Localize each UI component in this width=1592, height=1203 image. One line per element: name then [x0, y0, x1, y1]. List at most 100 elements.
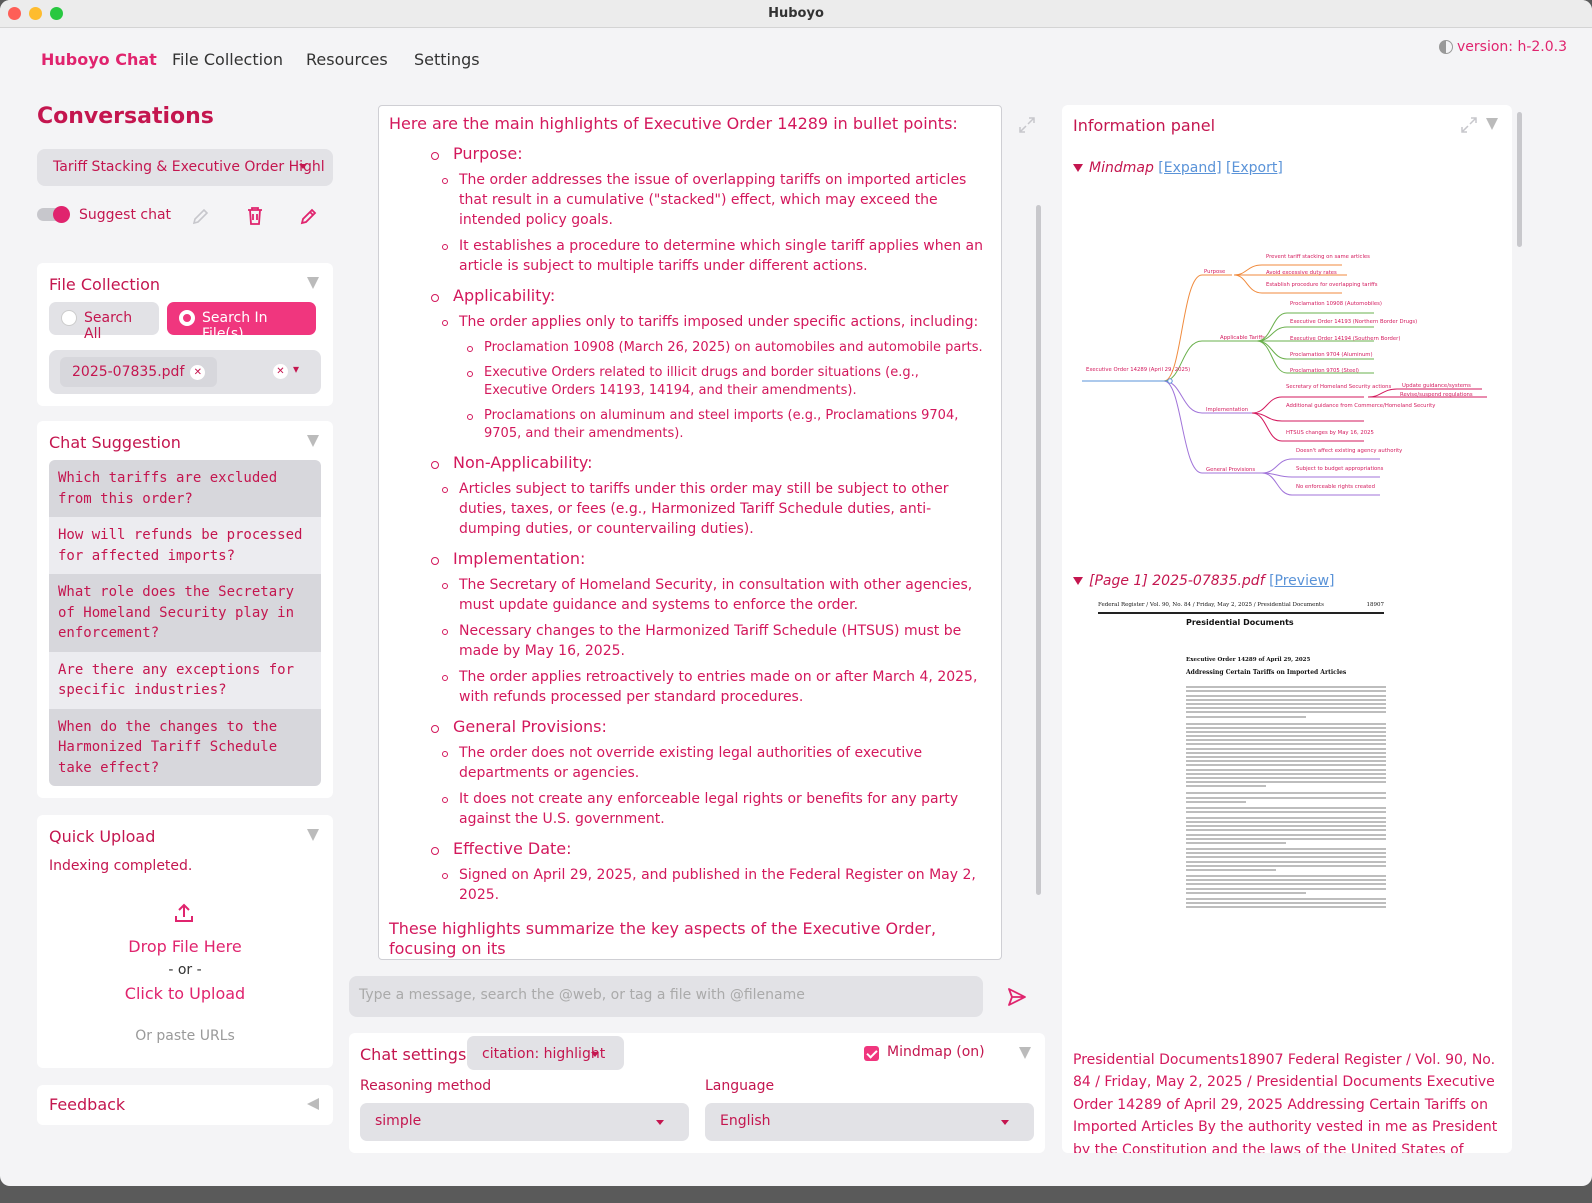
drop-file-zone[interactable]: Drop File Here [37, 937, 333, 956]
chevron-down-icon [591, 1052, 599, 1057]
suggestion-item[interactable]: What role does the Secretary of Homeland… [49, 574, 321, 652]
quick-upload-title: Quick Upload [49, 827, 156, 846]
mindmap-leaf-label: Prevent tariff stacking on same articles [1266, 254, 1370, 260]
conversations-title: Conversations [37, 104, 214, 129]
theme-toggle-icon[interactable] [1439, 40, 1453, 54]
bullet-item: It establishes a procedure to determine … [442, 238, 983, 274]
bullet-item: Articles subject to tariffs under this o… [442, 479, 983, 539]
language-select-value: English [720, 1113, 771, 1129]
file-selector[interactable]: 2025-07835.pdf ✕ ✕ ▾ [49, 350, 321, 394]
mindmap-leaf-label: Additional guidance from Commerce/Homela… [1286, 403, 1435, 409]
section-heading: Applicability: [431, 286, 991, 306]
rename-pencil-icon[interactable] [189, 204, 213, 228]
collapse-triangle-icon[interactable] [307, 277, 319, 289]
conversation-select[interactable]: Tariff Stacking & Executive Order Highl [37, 149, 333, 186]
pdf-body-text [1186, 684, 1386, 909]
suggestion-item[interactable]: When do the changes to the Harmonized Ta… [49, 708, 321, 786]
chat-message-box: Here are the main highlights of Executiv… [378, 105, 1002, 960]
tab-resources[interactable]: Resources [306, 50, 388, 69]
app-window: Huboyo Huboyo Chat File Collection Resou… [0, 0, 1592, 1186]
maximize-window-button[interactable] [50, 7, 63, 20]
information-panel-title: Information panel [1073, 116, 1216, 135]
citation-select[interactable]: citation: highlight [467, 1036, 624, 1070]
pdf-header: Federal Register / Vol. 90, No. 84 / Fri… [1098, 602, 1324, 608]
mindmap-export-link[interactable]: [Export] [1226, 160, 1283, 176]
feedback-panel[interactable]: Feedback [37, 1085, 333, 1125]
preview-link[interactable]: [Preview] [1269, 573, 1334, 589]
mindmap-diagram: Executive Order 14289 (April 29, 2025) P… [1082, 254, 1487, 496]
info-panel-scrollbar[interactable] [1517, 112, 1522, 247]
mindmap-leaf-label: Update guidance/systems [1402, 383, 1471, 389]
information-panel: Information panel Mindmap [Expand] [Expo… [1062, 105, 1512, 1153]
mindmap-header[interactable]: Mindmap [Expand] [Export] [1073, 160, 1283, 176]
dropdown-caret-icon[interactable]: ▾ [293, 362, 299, 376]
upload-icon[interactable] [172, 901, 196, 925]
send-icon[interactable] [1006, 986, 1028, 1008]
chat-settings-title: Chat settings [360, 1045, 467, 1064]
tab-huboyo-chat[interactable]: Huboyo Chat [41, 50, 157, 69]
close-window-button[interactable] [8, 7, 21, 20]
reasoning-select[interactable]: simple [360, 1103, 689, 1141]
chevron-down-icon [299, 164, 307, 169]
bullet-item: The order does not override existing leg… [442, 743, 983, 783]
language-select[interactable]: English [705, 1103, 1034, 1141]
bullet-item: The Secretary of Homeland Security, in c… [442, 575, 983, 615]
conversation-select-value: Tariff Stacking & Executive Order Highl [53, 159, 325, 175]
mindmap-leaf-label: Establish procedure for overlapping tari… [1266, 282, 1378, 288]
mindmap-root-label: Executive Order 14289 (April 29, 2025) [1086, 367, 1190, 373]
search-all-label: Search All [84, 310, 133, 342]
file-collection-panel: File Collection Search All Search In Fil… [37, 263, 333, 406]
tab-settings[interactable]: Settings [414, 50, 480, 69]
paste-urls-link[interactable]: Or paste URLs [37, 1028, 333, 1044]
assistant-message: Here are the main highlights of Executiv… [379, 106, 1001, 959]
bullet-item: The order applies retroactively to entri… [442, 667, 983, 707]
chevron-down-icon [656, 1120, 664, 1125]
mindmap-branch-label: Applicable Tariffs [1220, 335, 1265, 341]
mindmap-leaf-label: Proclamation 9704 (Aluminum) [1290, 352, 1373, 358]
page-preview-header[interactable]: [Page 1] 2025-07835.pdf [Preview] [1073, 573, 1335, 589]
suggestion-item[interactable]: How will refunds be processed for affect… [49, 517, 321, 574]
radio-icon [61, 310, 77, 326]
new-chat-pencil-icon[interactable] [297, 204, 321, 228]
expand-triangle-icon[interactable] [307, 1098, 319, 1110]
bullet-item: The order applies only to tariffs impose… [442, 312, 983, 332]
pdf-section: Presidential Documents [1186, 618, 1294, 627]
chat-scrollbar[interactable] [1036, 205, 1041, 895]
upload-status: Indexing completed. [49, 858, 193, 874]
suggestion-list: Which tariffs are excluded from this ord… [49, 460, 321, 786]
remove-file-icon[interactable]: ✕ [190, 364, 206, 380]
minimize-window-button[interactable] [29, 7, 42, 20]
collapse-triangle-icon[interactable] [307, 829, 319, 841]
pdf-page-number: 18907 [1366, 602, 1385, 608]
suggestion-item[interactable]: Which tariffs are excluded from this ord… [49, 460, 321, 517]
search-all-option[interactable]: Search All [49, 302, 159, 342]
collapse-triangle-icon[interactable] [1019, 1047, 1031, 1059]
message-input[interactable]: Type a message, search the @web, or tag … [349, 976, 983, 1017]
search-in-files-option[interactable]: Search In File(s) [167, 302, 316, 342]
tab-file-collection[interactable]: File Collection [172, 50, 283, 69]
clear-all-icon[interactable]: ✕ [273, 364, 288, 379]
sub-bullet-item: Proclamation 10908 (March 26, 2025) on a… [467, 340, 983, 355]
pdf-eo-title: Executive Order 14289 of April 29, 2025 [1186, 657, 1311, 663]
mindmap-expand-link[interactable]: [Expand] [1158, 160, 1221, 176]
pdf-page-thumbnail[interactable]: Federal Register / Vol. 90, No. 84 / Fri… [1092, 602, 1392, 1007]
mindmap-checkbox[interactable] [864, 1046, 879, 1061]
citation-select-value: citation: highlight [482, 1046, 606, 1062]
expand-icon[interactable] [1018, 116, 1036, 134]
collapse-triangle-icon[interactable] [307, 435, 319, 447]
bullet-item: It does not create any enforceable legal… [442, 789, 983, 829]
mindmap-leaf-label: Proclamation 10908 (Automobiles) [1290, 301, 1382, 307]
suggestion-item[interactable]: Are there any exceptions for specific in… [49, 651, 321, 709]
version-indicator: version: h-2.0.3 [1439, 39, 1567, 55]
mindmap-branch-label: Purpose [1204, 269, 1225, 275]
expand-icon[interactable] [1460, 116, 1478, 134]
delete-trash-icon[interactable] [243, 204, 267, 228]
message-outro: These highlights summarize the key aspec… [389, 919, 937, 958]
mindmap-leaf-label: Executive Order 14193 (Northern Border D… [1290, 319, 1417, 325]
sub-bullet-item: Executive Orders related to illicit drug… [467, 364, 983, 400]
click-to-upload[interactable]: Click to Upload [37, 984, 333, 1003]
collapse-triangle-icon[interactable] [1486, 118, 1498, 130]
message-intro: Here are the main highlights of Executiv… [389, 114, 958, 133]
suggest-chat-toggle[interactable] [37, 206, 70, 223]
triangle-down-icon [1073, 164, 1083, 172]
